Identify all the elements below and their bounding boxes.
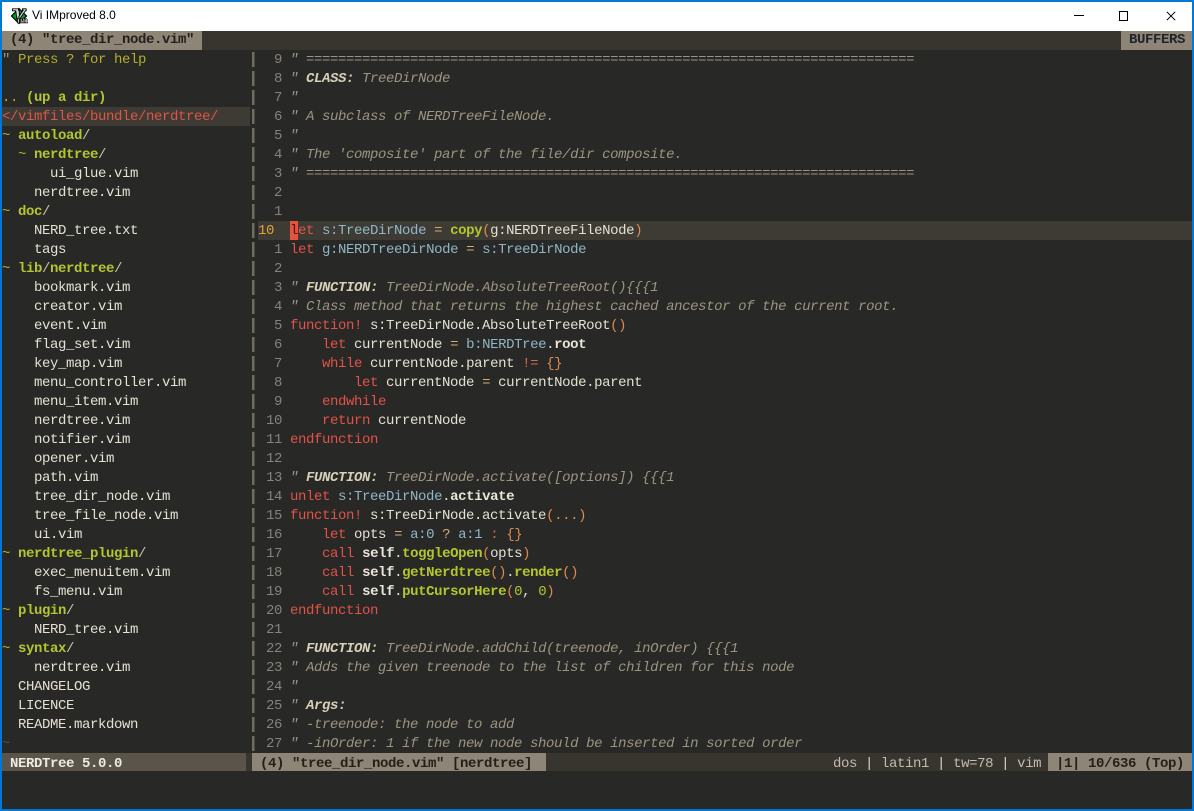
svg-text:im: im bbox=[17, 16, 28, 25]
